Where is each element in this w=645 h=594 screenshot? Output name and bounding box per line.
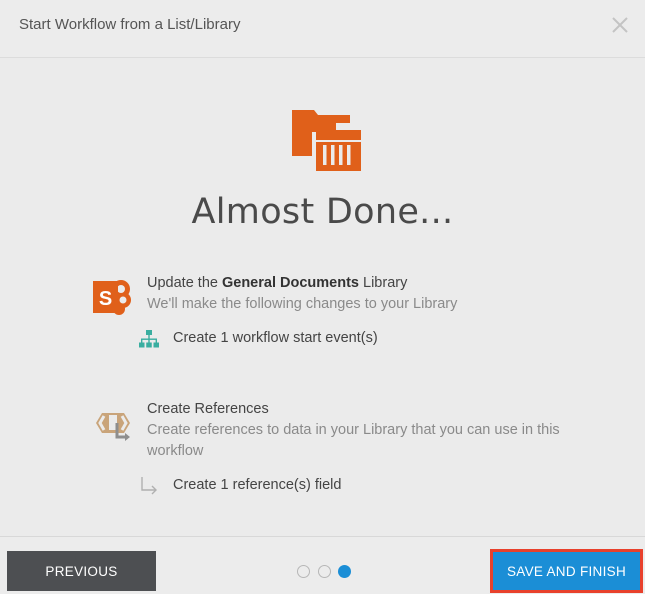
dialog-header: Start Workflow from a List/Library [0, 0, 645, 58]
change-text: Create 1 reference(s) field [173, 477, 342, 493]
step-dot-2[interactable] [318, 565, 331, 578]
sharepoint-icon: S [93, 280, 131, 315]
save-button-highlight: SAVE AND FINISH [490, 549, 643, 593]
create-references-subtitle: Create references to data in your Librar… [147, 422, 560, 459]
previous-button[interactable]: PREVIOUS [7, 551, 156, 591]
update-library-text: Update the General Documents Library We'… [147, 273, 617, 315]
save-and-finish-button[interactable]: SAVE AND FINISH [493, 552, 640, 590]
step-dot-3-active[interactable] [338, 565, 351, 578]
almost-done-heading: Almost Done... [191, 192, 454, 232]
dialog-title: Start Workflow from a List/Library [19, 16, 241, 33]
create-references-text: Create References Create references to d… [147, 399, 617, 462]
change-text: Create 1 workflow start event(s) [173, 330, 378, 346]
arrow-return-icon [141, 477, 157, 495]
library-name: General Documents [221, 275, 359, 291]
step-dot-1[interactable] [297, 565, 310, 578]
create-references-title: Create References [147, 401, 269, 417]
update-library-title: Update the General Documents Library [147, 275, 408, 291]
close-icon[interactable] [609, 14, 631, 36]
dialog-footer: PREVIOUS SAVE AND FINISH [0, 536, 645, 594]
hierarchy-icon [139, 330, 159, 348]
update-library-subtitle: We'll make the following changes to your… [147, 296, 458, 312]
references-icon [96, 413, 130, 441]
library-folder-icon [292, 110, 361, 171]
svg-text:S: S [99, 288, 112, 310]
start-workflow-dialog: Start Workflow from a List/Library Almos… [0, 0, 645, 594]
